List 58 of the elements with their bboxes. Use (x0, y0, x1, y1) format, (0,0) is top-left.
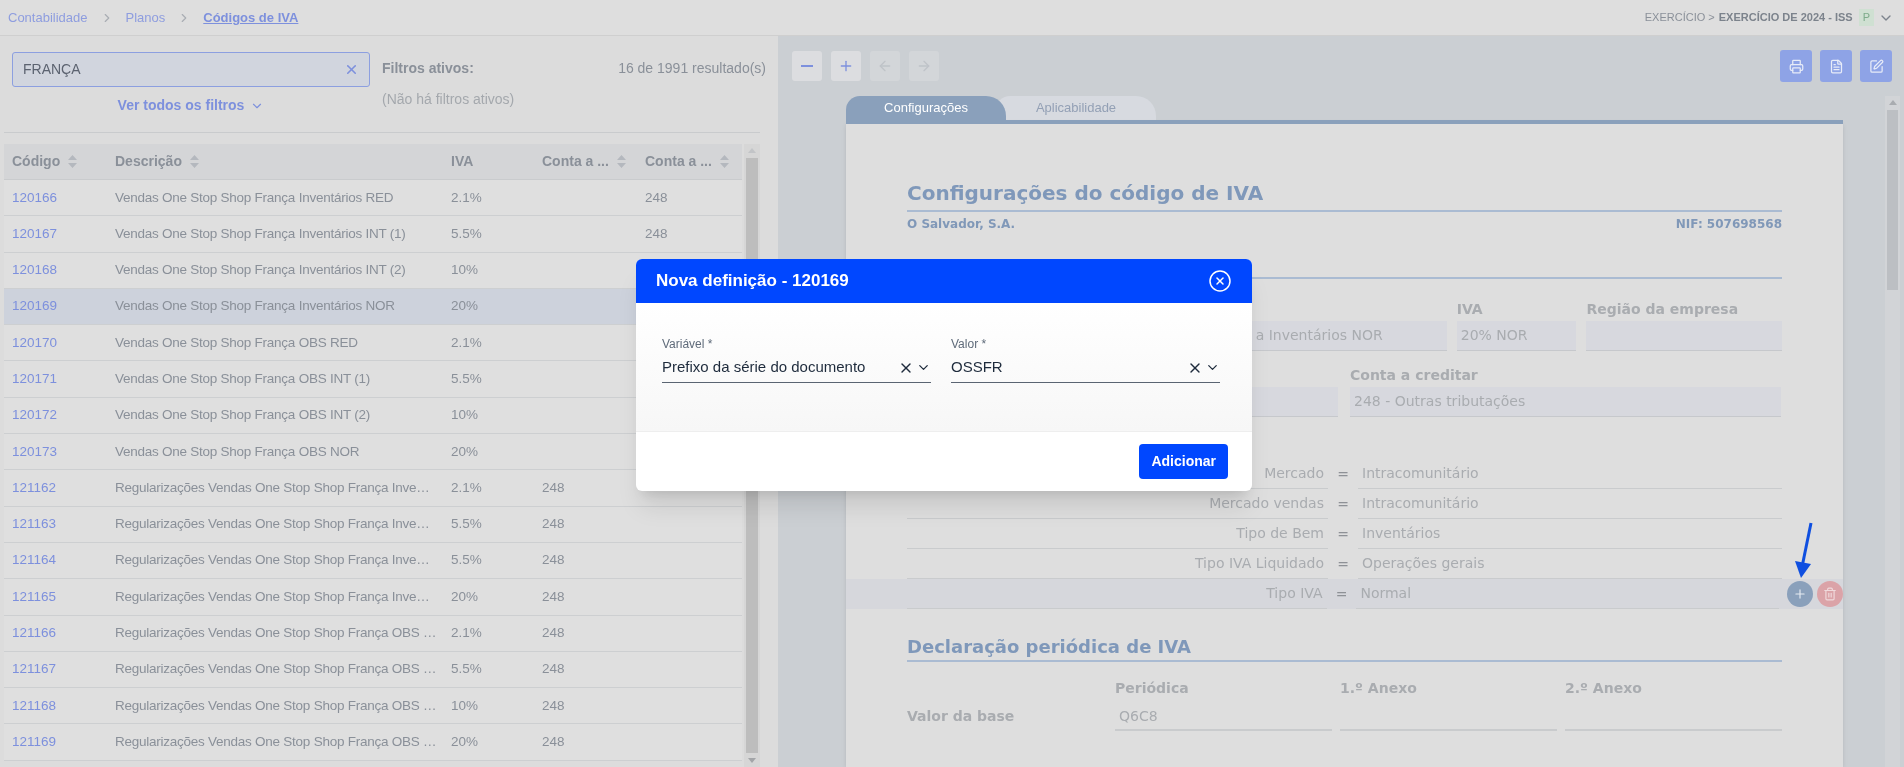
table-cell: Vendas One Stop Shop França OBS INT (2) (115, 407, 370, 423)
table-cell: 248 (542, 516, 565, 532)
table-cell: 248 (542, 479, 565, 495)
table-cell: 20% (451, 733, 479, 749)
table-cell: Regularizações Vendas One Stop Shop França OBS … (115, 733, 437, 749)
table-cell: 248 (542, 661, 565, 677)
rule-operator: = (1336, 554, 1350, 574)
table-cell: 248 (645, 189, 668, 205)
document-title: Configurações do código de IVA (907, 178, 1782, 212)
table-cell: 20% (451, 443, 479, 459)
table-cell: 248 (542, 733, 565, 749)
nif-text: NIF: 507698568 (1675, 216, 1782, 233)
table-cell: 20% (451, 298, 479, 314)
exercise-prefix: EXERCÍCIO > (1644, 10, 1715, 26)
table-cell: Regularizações Vendas One Stop Shop França Inve… (115, 588, 430, 604)
table-cell: 248 (542, 697, 565, 713)
table-cell: Regularizações Vendas One Stop Shop França Inve… (115, 552, 430, 568)
table-cell: 5.5% (451, 225, 482, 241)
table-cell: 248 (542, 588, 565, 604)
table-cell: 5.5% (451, 552, 482, 568)
rule-operator: = (1334, 584, 1349, 604)
table-cell: Vendas One Stop Shop França Inventários NOR (115, 298, 395, 314)
table-cell: 248 (645, 225, 668, 241)
exercise-badge: P (1858, 9, 1874, 26)
field-label: Valor * (951, 336, 988, 353)
table-cell: Regularizações Vendas One Stop Shop França Inve… (115, 516, 430, 532)
table-cell: Vendas One Stop Shop França OBS NOR (115, 443, 360, 459)
table-cell: 2.1% (451, 334, 482, 350)
table-cell: 248 (542, 625, 565, 641)
table-cell: 20% (451, 588, 479, 604)
table-cell: 2.1% (451, 625, 482, 641)
rule-operator: = (1336, 524, 1350, 544)
table-cell: Vendas One Stop Shop França OBS INT (1) (115, 371, 370, 386)
section-title: Declaração periódica de IVA (907, 633, 1782, 662)
table-cell: 248 (542, 552, 565, 568)
active-filters-title: Filtros ativos: (382, 59, 474, 78)
table-cell: 5.5% (451, 661, 482, 677)
table-cell: 2.1% (451, 479, 482, 495)
no-filters-text: (Não há filtros ativos) (382, 90, 516, 109)
table-cell: Regularizações Vendas One Stop Shop França OBS … (115, 661, 437, 677)
table-cell: Regularizações Vendas One Stop Shop França OBS … (115, 697, 437, 713)
table-cell: 10% (451, 697, 479, 713)
table-cell: 5.5% (451, 516, 482, 532)
field-label: Variável * (662, 336, 714, 353)
table-cell: Vendas One Stop Shop França Inventários INT (2) (115, 262, 406, 278)
table-cell: Vendas One Stop Shop França Inventários INT (1) (115, 225, 406, 241)
table-cell: Vendas One Stop Shop França Inventários RED (115, 189, 394, 205)
rule-operator: = (1336, 494, 1350, 514)
table-cell: 2.1% (451, 189, 482, 205)
table-cell: Vendas One Stop Shop França OBS RED (115, 334, 358, 350)
table-cell: Regularizações Vendas One Stop Shop França Inve… (115, 479, 430, 495)
company-name: O Salvador, S.A. (907, 216, 1016, 233)
rule-operator: = (1336, 464, 1350, 484)
table-cell: 10% (451, 407, 479, 423)
result-count: 16 de 1991 resultado(s) (618, 59, 766, 78)
table-cell: Regularizações Vendas One Stop Shop França OBS … (115, 625, 437, 641)
table-cell: 10% (451, 262, 479, 278)
table-cell: 5.5% (451, 371, 482, 386)
